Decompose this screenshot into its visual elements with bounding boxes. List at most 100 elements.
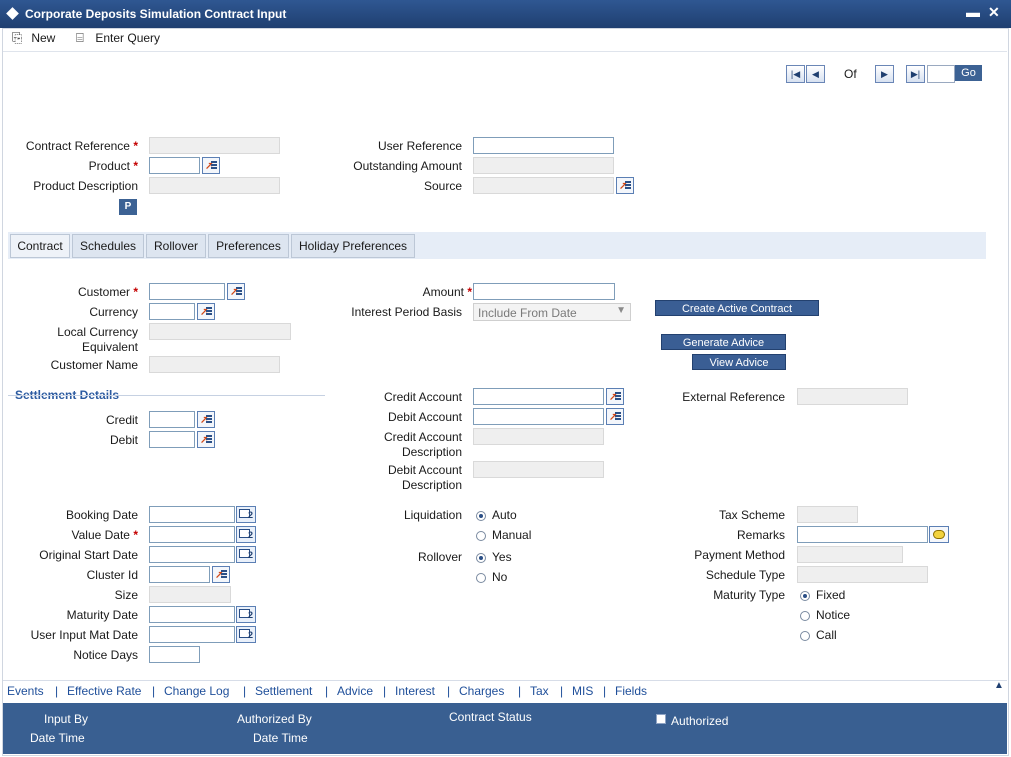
first-record-button[interactable]: |◀ xyxy=(786,65,805,83)
tab-rollover[interactable]: Rollover xyxy=(146,234,206,258)
link-separator: | xyxy=(518,684,522,698)
link-separator: | xyxy=(243,684,247,698)
tab-preferences[interactable]: Preferences xyxy=(208,234,289,258)
p-button[interactable]: P xyxy=(119,199,137,215)
link-events[interactable]: Events xyxy=(7,684,44,698)
original-start-date-input[interactable] xyxy=(149,546,235,563)
user-reference-input[interactable] xyxy=(473,137,614,154)
size-field xyxy=(149,586,231,603)
notice-days-input[interactable] xyxy=(149,646,200,663)
product-input[interactable] xyxy=(149,157,200,174)
interest-period-basis-select[interactable]: Include From Date ▼ xyxy=(473,303,631,321)
value-date-calendar-icon[interactable]: 2 xyxy=(236,526,256,543)
link-separator: | xyxy=(383,684,387,698)
user-input-mat-date-input[interactable] xyxy=(149,626,235,643)
debit-label: Debit xyxy=(109,433,138,447)
window-title: Corporate Deposits Simulation Contract I… xyxy=(25,7,287,21)
input-date-time-label: Date Time xyxy=(30,731,85,745)
debit-account-description-label-line2: Description xyxy=(401,478,462,492)
tab-contract[interactable]: Contract xyxy=(10,234,70,258)
size-label: Size xyxy=(114,588,138,602)
maturity-date-calendar-icon[interactable]: 2 xyxy=(236,606,256,623)
currency-label: Currency xyxy=(89,305,138,319)
external-reference-field xyxy=(797,388,908,405)
notice-days-label: Notice Days xyxy=(73,648,138,662)
liquidation-auto-radio[interactable] xyxy=(476,511,486,521)
customer-label: Customer * xyxy=(77,285,138,299)
cluster-id-lov-icon[interactable]: ↗ xyxy=(212,566,230,583)
rollover-no-radio[interactable] xyxy=(476,573,486,583)
customer-name-field xyxy=(149,356,280,373)
new-button[interactable]: ⎘ New xyxy=(12,30,55,46)
remarks-input[interactable] xyxy=(797,526,928,543)
maturity-date-input[interactable] xyxy=(149,606,235,623)
contract-reference-field[interactable] xyxy=(149,137,280,154)
interest-period-basis-label: Interest Period Basis xyxy=(351,305,462,319)
create-active-contract-button[interactable]: Create Active Contract xyxy=(655,300,819,316)
link-settlement[interactable]: Settlement xyxy=(255,684,312,698)
debit-account-description-field xyxy=(473,461,604,478)
enter-query-button[interactable]: ⌸ Enter Query xyxy=(76,30,160,46)
link-advice[interactable]: Advice xyxy=(337,684,373,698)
authorized-checkbox[interactable] xyxy=(656,714,666,724)
source-lov-icon[interactable]: ↗ xyxy=(616,177,634,194)
minimize-icon[interactable]: ▬ xyxy=(966,4,980,20)
go-button[interactable]: Go xyxy=(955,65,982,81)
cluster-id-input[interactable] xyxy=(149,566,210,583)
debit-input[interactable] xyxy=(149,431,195,448)
link-effective-rate[interactable]: Effective Rate xyxy=(67,684,141,698)
value-date-input[interactable] xyxy=(149,526,235,543)
local-currency-equivalent-label-line1: Local Currency xyxy=(57,325,138,339)
scroll-up-icon[interactable]: ▲ xyxy=(992,680,1006,692)
page-number-input[interactable] xyxy=(927,65,955,83)
remarks-label: Remarks xyxy=(736,528,785,542)
credit-account-description-label-line2: Description xyxy=(401,445,462,459)
link-fields[interactable]: Fields xyxy=(615,684,647,698)
credit-lov-icon[interactable]: ↗ xyxy=(197,411,215,428)
app-diamond-icon xyxy=(6,7,19,20)
customer-input[interactable] xyxy=(149,283,225,300)
link-mis[interactable]: MIS xyxy=(572,684,593,698)
last-record-button[interactable]: ▶| xyxy=(906,65,925,83)
link-interest[interactable]: Interest xyxy=(395,684,435,698)
link-tax[interactable]: Tax xyxy=(530,684,549,698)
tab-schedules[interactable]: Schedules xyxy=(72,234,144,258)
view-advice-button[interactable]: View Advice xyxy=(692,354,786,370)
currency-lov-icon[interactable]: ↗ xyxy=(197,303,215,320)
tab-holiday-preferences[interactable]: Holiday Preferences xyxy=(291,234,415,258)
debit-account-input[interactable] xyxy=(473,408,604,425)
customer-lov-icon[interactable]: ↗ xyxy=(227,283,245,300)
product-label: Product * xyxy=(88,159,138,173)
maturity-call-radio[interactable] xyxy=(800,631,810,641)
remarks-comment-icon[interactable] xyxy=(929,526,949,543)
credit-account-lov-icon[interactable]: ↗ xyxy=(606,388,624,405)
credit-input[interactable] xyxy=(149,411,195,428)
original-start-date-calendar-icon[interactable]: 2 xyxy=(236,546,256,563)
new-record-icon: ⎘ xyxy=(12,30,23,45)
link-change-log[interactable]: Change Log xyxy=(164,684,229,698)
link-charges[interactable]: Charges xyxy=(459,684,504,698)
maturity-notice-radio[interactable] xyxy=(800,611,810,621)
user-input-mat-date-calendar-icon[interactable]: 2 xyxy=(236,626,256,643)
liquidation-manual-radio[interactable] xyxy=(476,531,486,541)
product-lov-icon[interactable]: ↗ xyxy=(202,157,220,174)
external-reference-label: External Reference xyxy=(682,390,785,404)
amount-input[interactable] xyxy=(473,283,615,300)
next-record-button[interactable]: ▶ xyxy=(875,65,894,83)
maturity-fixed-label: Fixed xyxy=(816,588,846,602)
tax-scheme-label: Tax Scheme xyxy=(718,508,785,522)
generate-advice-button[interactable]: Generate Advice xyxy=(661,334,786,350)
close-icon[interactable]: ✕ xyxy=(988,4,1000,21)
link-separator: | xyxy=(325,684,329,698)
maturity-call-label: Call xyxy=(816,628,837,642)
booking-date-label: Booking Date xyxy=(65,508,138,522)
currency-input[interactable] xyxy=(149,303,195,320)
booking-date-calendar-icon[interactable]: 2 xyxy=(236,506,256,523)
credit-account-input[interactable] xyxy=(473,388,604,405)
previous-record-button[interactable]: ◀ xyxy=(806,65,825,83)
rollover-yes-radio[interactable] xyxy=(476,553,486,563)
booking-date-input[interactable] xyxy=(149,506,235,523)
maturity-fixed-radio[interactable] xyxy=(800,591,810,601)
debit-lov-icon[interactable]: ↗ xyxy=(197,431,215,448)
debit-account-lov-icon[interactable]: ↗ xyxy=(606,408,624,425)
